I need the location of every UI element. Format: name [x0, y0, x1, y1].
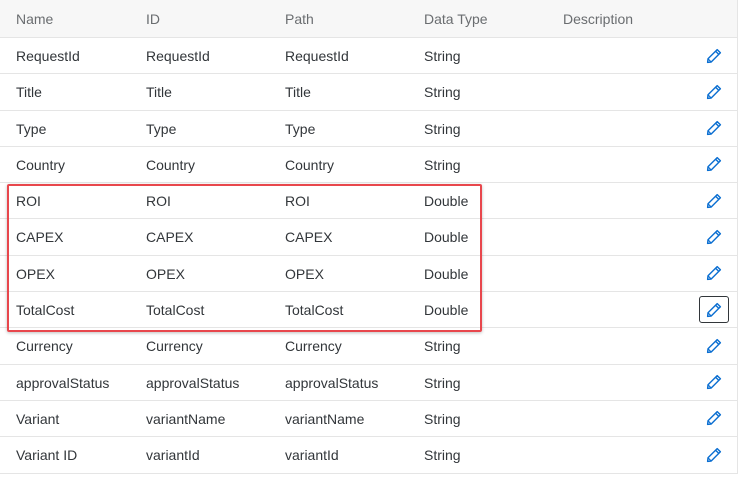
- cell-id: TotalCost: [146, 302, 205, 319]
- cell-data-type: Double: [424, 302, 469, 319]
- cell-data-type: Double: [424, 193, 469, 210]
- table-row[interactable]: CAPEX CAPEX CAPEX Double: [0, 219, 737, 256]
- table-row[interactable]: RequestId RequestId RequestId String: [0, 38, 737, 75]
- column-header-data-type[interactable]: Data Type: [424, 0, 488, 38]
- table-row[interactable]: ROI ROI ROI Double: [0, 183, 737, 220]
- pencil-icon: [706, 193, 722, 209]
- cell-name: Variant ID: [16, 447, 78, 464]
- edit-row-button[interactable]: [699, 78, 729, 105]
- column-header-id[interactable]: ID: [146, 0, 160, 38]
- cell-id: RequestId: [146, 48, 210, 64]
- table-row[interactable]: TotalCost TotalCost TotalCost Double: [0, 292, 737, 329]
- edit-row-button[interactable]: [699, 260, 729, 287]
- pencil-icon: [706, 410, 722, 426]
- cell-path: ROI: [285, 193, 310, 210]
- edit-row-button[interactable]: [699, 369, 729, 396]
- cell-data-type: String: [424, 374, 461, 391]
- table-header: Name ID Path Data Type Description: [0, 0, 737, 38]
- cell-data-type: Double: [424, 229, 469, 246]
- cell-name: TotalCost: [16, 302, 75, 319]
- cell-name: Title: [16, 84, 42, 101]
- edit-row-button[interactable]: [699, 187, 729, 214]
- cell-data-type: String: [424, 120, 461, 137]
- edit-row-button[interactable]: [699, 441, 729, 468]
- cell-id: Title: [146, 84, 172, 101]
- cell-path: variantName: [285, 410, 365, 427]
- cell-path: TotalCost: [285, 302, 344, 319]
- table-body: RequestId RequestId RequestId String Title Ti…: [0, 38, 737, 474]
- table-row[interactable]: Country Country Country String: [0, 146, 737, 184]
- cell-data-type: String: [424, 410, 461, 427]
- column-header-name[interactable]: Name: [16, 0, 53, 38]
- cell-id: Country: [146, 156, 196, 173]
- pencil-icon: [706, 374, 722, 390]
- pencil-icon: [706, 48, 722, 64]
- cell-path: variantId: [285, 447, 339, 464]
- cell-id: variantName: [146, 410, 226, 427]
- edit-row-button[interactable]: [699, 42, 729, 69]
- pencil-icon: [706, 302, 722, 318]
- cell-path: Type: [285, 120, 316, 137]
- edit-row-button[interactable]: [699, 223, 729, 250]
- cell-name: ROI: [16, 193, 41, 210]
- pencil-icon: [706, 156, 722, 172]
- column-header-description[interactable]: Description: [563, 0, 633, 38]
- pencil-icon: [706, 120, 722, 136]
- cell-id: Currency: [146, 338, 203, 355]
- edit-row-button[interactable]: [699, 332, 729, 359]
- cell-path: CAPEX: [285, 229, 333, 246]
- table-row[interactable]: Title Title Title String: [0, 74, 737, 111]
- pencil-icon: [706, 447, 722, 463]
- cell-path: RequestId: [285, 48, 349, 64]
- cell-id: Type: [146, 120, 177, 137]
- cell-name: Type: [16, 120, 47, 137]
- pencil-icon: [706, 265, 722, 281]
- cell-path: approvalStatus: [285, 374, 379, 391]
- cell-name: Variant: [16, 410, 60, 427]
- table-row[interactable]: Variant ID variantId variantId String: [0, 437, 737, 474]
- cell-name: RequestId: [16, 48, 80, 64]
- table-row[interactable]: OPEX OPEX OPEX Double: [0, 255, 737, 293]
- cell-path: Currency: [285, 338, 342, 355]
- cell-id: approvalStatus: [146, 374, 240, 391]
- cell-data-type: String: [424, 156, 461, 173]
- cell-id: CAPEX: [146, 229, 194, 246]
- edit-row-button[interactable]: [699, 296, 729, 324]
- cell-data-type: String: [424, 447, 461, 464]
- edit-row-button[interactable]: [699, 115, 729, 142]
- table-row[interactable]: Currency Currency Currency String: [0, 328, 737, 365]
- cell-name: Country: [16, 156, 66, 173]
- pencil-icon: [706, 338, 722, 354]
- cell-data-type: Double: [424, 265, 469, 282]
- edit-row-button[interactable]: [699, 151, 729, 178]
- cell-name: Currency: [16, 338, 73, 355]
- table-row[interactable]: Variant variantName variantName String: [0, 400, 737, 438]
- cell-data-type: String: [424, 84, 461, 101]
- cell-path: OPEX: [285, 265, 324, 282]
- cell-data-type: String: [424, 338, 461, 355]
- cell-id: OPEX: [146, 265, 185, 282]
- cell-id: ROI: [146, 193, 171, 210]
- cell-data-type: String: [424, 48, 461, 64]
- pencil-icon: [706, 84, 722, 100]
- cell-id: variantId: [146, 447, 200, 464]
- cell-name: approvalStatus: [16, 374, 110, 391]
- pencil-icon: [706, 229, 722, 245]
- column-header-path[interactable]: Path: [285, 0, 314, 38]
- edit-row-button[interactable]: [699, 405, 729, 432]
- table-row[interactable]: approvalStatus approvalStatus approvalStat…: [0, 364, 737, 401]
- cell-name: OPEX: [16, 265, 55, 282]
- table-row[interactable]: Type Type Type String: [0, 110, 737, 147]
- cell-path: Title: [285, 84, 311, 101]
- fields-table: Name ID Path Data Type Description Reque…: [0, 0, 738, 474]
- cell-name: CAPEX: [16, 229, 64, 246]
- cell-path: Country: [285, 156, 335, 173]
